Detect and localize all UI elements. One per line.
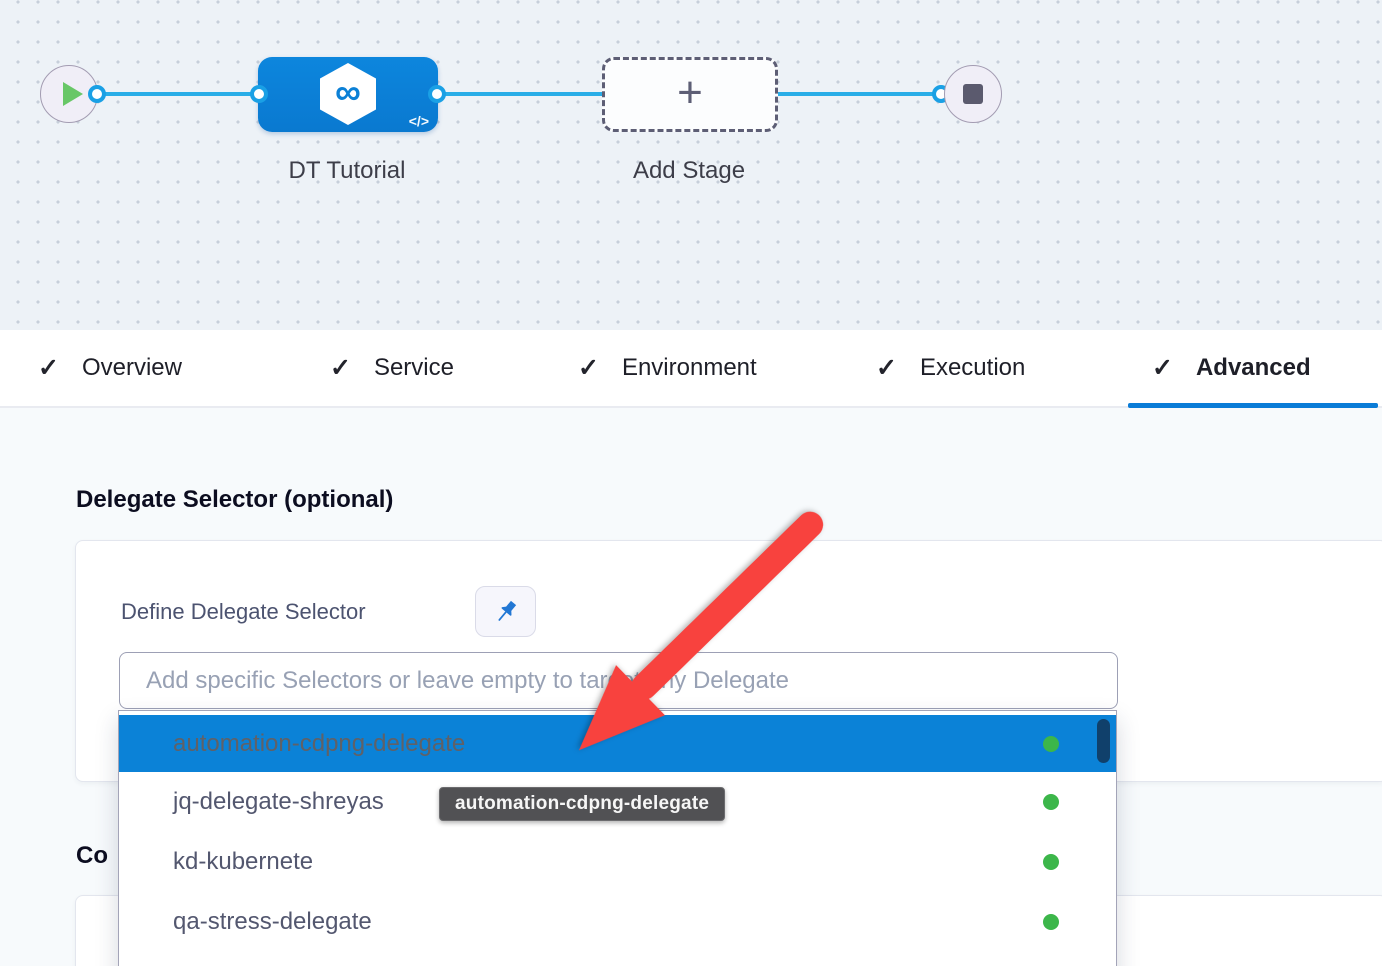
tab-overview[interactable]: ✓ Overview xyxy=(38,330,182,406)
status-dot-green xyxy=(1043,736,1059,752)
check-icon: ✓ xyxy=(1152,353,1173,383)
tab-execution[interactable]: ✓ Execution xyxy=(876,330,1025,406)
delegate-tooltip: automation-cdpng-delegate xyxy=(439,787,725,821)
add-stage-label: Add Stage xyxy=(589,157,789,185)
tab-label: Environment xyxy=(622,354,757,382)
option-label: qa-stress-delegate xyxy=(173,908,372,936)
tab-environment[interactable]: ✓ Environment xyxy=(578,330,757,406)
option-label: automation-cdpng-delegate xyxy=(173,730,465,758)
partial-section-heading: Co xyxy=(76,842,108,870)
status-dot-green xyxy=(1043,794,1059,810)
stage-node-dt-tutorial[interactable]: ∞ </> xyxy=(258,57,438,132)
play-icon xyxy=(63,82,83,106)
delegate-selector-input[interactable] xyxy=(119,652,1118,709)
option-label: jq-delegate-shreyas xyxy=(173,788,384,816)
dropdown-option-qa-stress-delegate[interactable]: qa-stress-delegate xyxy=(119,892,1116,952)
status-dot-green xyxy=(1043,854,1059,870)
pushpin-icon xyxy=(491,597,521,627)
stop-icon xyxy=(963,84,983,104)
delegate-selector-heading: Delegate Selector (optional) xyxy=(76,486,393,514)
check-icon: ✓ xyxy=(38,353,59,383)
port-dot xyxy=(428,85,446,103)
check-icon: ✓ xyxy=(876,353,897,383)
tab-label: Execution xyxy=(920,354,1025,382)
check-icon: ✓ xyxy=(578,353,599,383)
pipeline-connector-line xyxy=(97,92,942,96)
define-delegate-selector-label: Define Delegate Selector xyxy=(121,599,366,625)
status-dot-green xyxy=(1043,914,1059,930)
pipeline-studio-page: ∞ </> DT Tutorial + Add Stage ✓ Overview… xyxy=(0,0,1382,966)
pipeline-canvas[interactable]: ∞ </> DT Tutorial + Add Stage xyxy=(0,0,1382,330)
tab-service[interactable]: ✓ Service xyxy=(330,330,454,406)
stage-tabbar: ✓ Overview ✓ Service ✓ Environment ✓ Exe… xyxy=(0,330,1382,408)
code-view-toggle-icon[interactable]: </> xyxy=(409,113,429,129)
infinity-icon: ∞ xyxy=(335,74,361,110)
plus-icon: + xyxy=(677,71,703,115)
add-stage-button[interactable]: + xyxy=(602,57,778,132)
tab-label: Service xyxy=(374,354,454,382)
tab-label: Overview xyxy=(82,354,182,382)
port-dot xyxy=(88,85,106,103)
delegate-options-dropdown: automation-cdpng-delegate jq-delegate-sh… xyxy=(118,710,1117,966)
dropdown-scrollbar-thumb[interactable] xyxy=(1097,719,1110,763)
port-dot xyxy=(250,85,268,103)
stage-label: DT Tutorial xyxy=(247,157,447,185)
harness-cd-hexagon-icon: ∞ xyxy=(320,63,376,125)
option-label: kd-kubernete xyxy=(173,848,313,876)
tab-advanced[interactable]: ✓ Advanced xyxy=(1152,330,1311,406)
advanced-tab-content: Delegate Selector (optional) Define Dele… xyxy=(0,408,1382,966)
dropdown-option-automation-cdpng-delegate[interactable]: automation-cdpng-delegate xyxy=(119,715,1116,772)
dropdown-option-kd-kubernete[interactable]: kd-kubernete xyxy=(119,832,1116,892)
check-icon: ✓ xyxy=(330,353,351,383)
pipeline-end-node xyxy=(944,65,1002,123)
tab-label: Advanced xyxy=(1196,354,1311,382)
pin-button[interactable] xyxy=(475,586,536,637)
